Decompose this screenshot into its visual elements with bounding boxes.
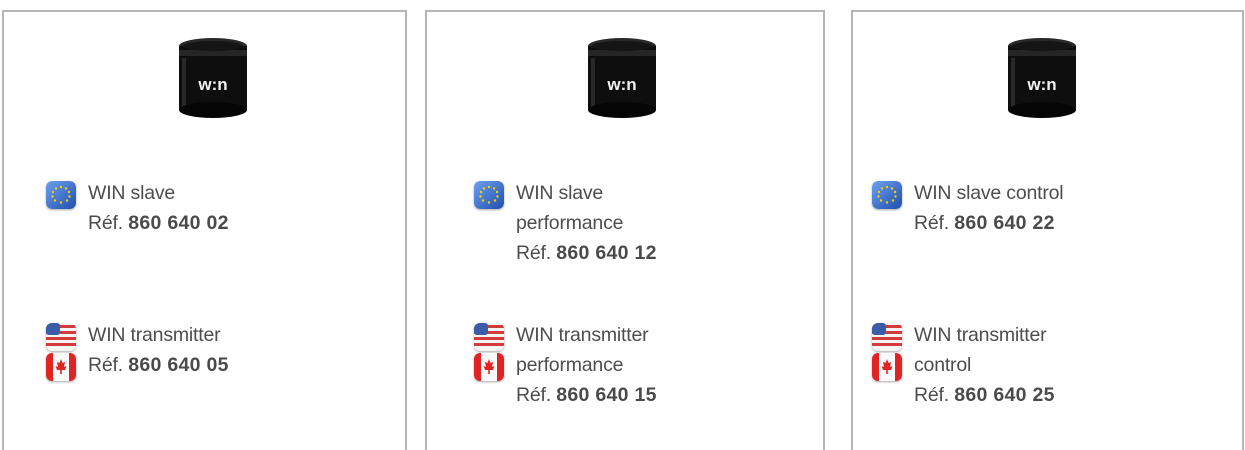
product-name: WIN transmitter [88,324,221,346]
canada-flag-icon [872,353,902,381]
ref-label: Réf. [88,354,123,376]
ref-label: Réf. [88,212,123,234]
ref-number: 860 640 15 [556,384,657,406]
ref-label: Réf. [516,384,551,406]
product-name-line2: performance [516,354,624,376]
win-logo-text: w:n [606,75,636,94]
eu-flag-icon [46,181,76,209]
product-card: w:n WIN slave Réf. 860 640 02 WIN transm… [2,10,407,450]
product-card: w:n WIN slave control Réf. 860 640 22 WI… [851,10,1244,450]
eu-flag-icon [474,181,504,209]
win-module-image: w:n [588,38,656,118]
ref-number: 860 640 25 [954,384,1055,406]
ref-number: 860 640 02 [128,212,229,234]
product-name: WIN slave [516,182,604,204]
us-flag-icon [474,323,504,351]
win-logo-text: w:n [1026,75,1056,94]
ref-label: Réf. [516,242,551,264]
product-card: w:n WIN slave performance Réf. 860 640 1… [425,10,825,450]
ref-label: Réf. [914,212,949,234]
win-module-image: w:n [179,38,247,118]
product-name-line2: control [914,354,972,376]
product-name: WIN transmitter [516,324,649,346]
product-name: WIN transmitter [914,324,1047,346]
canada-flag-icon [46,353,76,381]
us-flag-icon [46,323,76,351]
product-name: WIN slave control [914,182,1064,204]
ref-number: 860 640 12 [556,242,657,264]
product-name: WIN slave [88,182,176,204]
ref-label: Réf. [914,384,949,406]
us-flag-icon [872,323,902,351]
ref-number: 860 640 22 [954,212,1055,234]
eu-flag-icon [872,181,902,209]
canada-flag-icon [474,353,504,381]
product-name-line2: performance [516,212,624,234]
win-module-image: w:n [1008,38,1076,118]
ref-number: 860 640 05 [128,354,229,376]
win-logo-text: w:n [197,75,227,94]
